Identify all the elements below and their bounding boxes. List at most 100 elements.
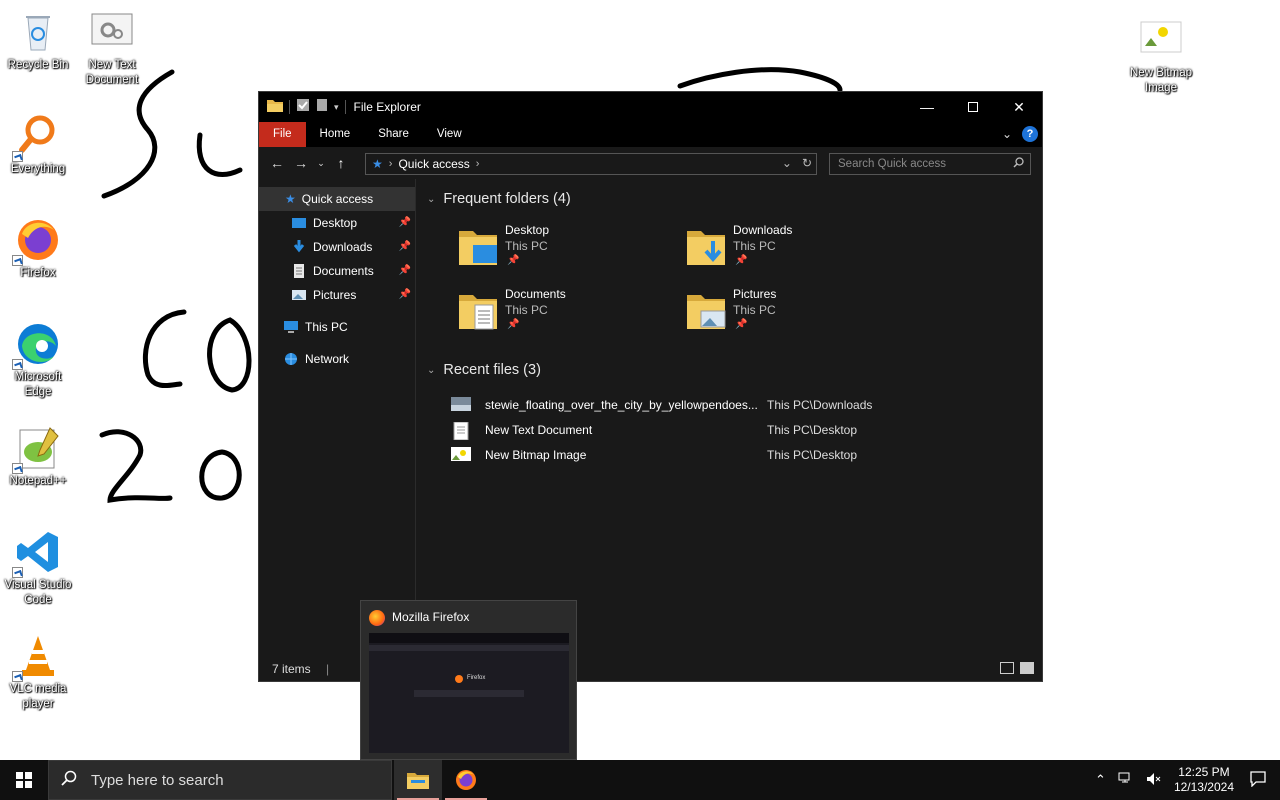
tab-view[interactable]: View — [423, 122, 476, 147]
preview-label: Firefox — [467, 675, 486, 681]
refresh-icon[interactable]: ↻ — [802, 156, 812, 170]
shortcut-arrow-icon — [12, 359, 23, 370]
notifications-icon[interactable] — [1250, 770, 1266, 790]
shortcut-arrow-icon — [12, 151, 23, 162]
recent-locations-chevron-icon[interactable]: ⌄ — [313, 158, 329, 169]
tab-file[interactable]: File — [259, 122, 306, 147]
search-placeholder: Search Quick access — [838, 158, 947, 170]
recent-file-row[interactable]: stewie_floating_over_the_city_by_yellowp… — [451, 394, 1051, 416]
text-document-icon — [451, 421, 471, 441]
desktop-icon-vscode[interactable]: Visual Studio Code — [0, 528, 77, 608]
folder-location: This PC — [733, 239, 776, 253]
properties-icon[interactable] — [296, 98, 310, 117]
nav-item-network[interactable]: Network — [259, 347, 415, 371]
status-separator: | — [326, 662, 330, 676]
title-bar[interactable]: ▾ File Explorer — ✕ — [259, 92, 1042, 122]
breadcrumb-separator-icon[interactable]: › — [389, 158, 393, 170]
pin-icon[interactable]: 📌 — [399, 265, 411, 276]
desktop-icon-microsoft-edge[interactable]: Microsoft Edge — [0, 320, 77, 400]
show-hidden-icons-chevron-icon[interactable]: ⌃ — [1095, 772, 1106, 788]
start-button[interactable] — [0, 760, 48, 800]
search-icon — [1013, 157, 1024, 171]
desktop-icon-notepad-plus-plus[interactable]: Notepad++ — [0, 424, 77, 489]
desktop-icon-firefox[interactable]: Firefox — [0, 216, 77, 281]
expand-ribbon-chevron-icon[interactable]: ⌄ — [1002, 127, 1012, 141]
desktop-folder-icon — [291, 216, 307, 230]
taskbar-search-box[interactable]: Type here to search — [48, 760, 392, 800]
collapse-chevron-icon: ⌄ — [427, 364, 436, 376]
taskbar-file-explorer[interactable] — [394, 760, 442, 800]
recent-file-row[interactable]: New Text Document This PC\Desktop — [451, 419, 1051, 441]
tab-home[interactable]: Home — [306, 122, 365, 147]
nav-item-label: Pictures — [313, 288, 357, 302]
maximize-icon[interactable] — [950, 92, 996, 122]
desktop-icon-everything[interactable]: Everything — [0, 112, 77, 177]
folder-name: Downloads — [733, 223, 793, 237]
edge-icon — [12, 320, 62, 370]
back-arrow-icon[interactable]: ← — [265, 155, 289, 171]
section-title: Recent files (3) — [443, 362, 541, 378]
collapse-chevron-icon: ⌄ — [427, 193, 436, 205]
recent-files-header[interactable]: ⌄ Recent files (3) — [427, 362, 541, 378]
taskbar-search-placeholder: Type here to search — [91, 771, 224, 789]
firefox-taskbar-preview[interactable]: Mozilla Firefox Firefox — [360, 600, 577, 760]
toolbar-separator — [344, 100, 346, 114]
nav-item-downloads[interactable]: Downloads 📌 — [259, 235, 415, 259]
close-icon[interactable]: ✕ — [996, 92, 1042, 122]
pin-icon[interactable]: 📌 — [399, 217, 411, 228]
address-bar[interactable]: ★ › Quick access › ⌄ ↻ — [365, 153, 817, 175]
recent-file-name: New Text Document — [485, 423, 593, 437]
tab-share[interactable]: Share — [364, 122, 423, 147]
details-view-icon[interactable] — [1000, 662, 1014, 674]
address-dropdown-chevron-icon[interactable]: ⌄ — [782, 156, 792, 170]
clock-time: 12:25 PM — [1178, 765, 1230, 779]
breadcrumb-quick-access[interactable]: Quick access — [398, 157, 469, 171]
section-title: Frequent folders (4) — [443, 191, 571, 207]
folder-tile-desktop[interactable]: Desktop This PC 📌 — [459, 223, 679, 279]
desktop-icon-new-bitmap-image[interactable]: New Bitmap Image — [1122, 16, 1200, 96]
volume-muted-icon[interactable] — [1146, 772, 1162, 789]
clock[interactable]: 12:25 PM 12/13/2024 — [1174, 765, 1234, 795]
shortcut-arrow-icon — [12, 567, 23, 578]
help-icon[interactable]: ? — [1022, 126, 1038, 142]
forward-arrow-icon[interactable]: → — [289, 155, 313, 171]
nav-item-desktop[interactable]: Desktop 📌 — [259, 211, 415, 235]
desktop-icon-vlc[interactable]: VLC media player — [0, 632, 77, 712]
taskbar-firefox[interactable] — [442, 760, 490, 800]
view-toggle — [1000, 662, 1034, 674]
pictures-icon — [291, 288, 307, 302]
up-arrow-icon[interactable]: ↑ — [329, 155, 353, 171]
settings-document-icon — [88, 8, 136, 56]
desktop-icon-new-text-document[interactable]: New Text Document — [73, 8, 151, 88]
preview-toolbar — [369, 645, 569, 651]
desktop-icon-label: VLC media player — [9, 683, 67, 710]
shortcut-arrow-icon — [12, 463, 23, 474]
desktop-icon-label: Notepad++ — [9, 475, 67, 487]
image-thumbnail-icon — [451, 397, 471, 413]
shortcut-arrow-icon — [12, 671, 23, 682]
minimize-icon[interactable]: — — [904, 92, 950, 122]
recent-file-row[interactable]: New Bitmap Image This PC\Desktop — [451, 444, 1051, 466]
customize-toolbar-chevron-icon[interactable]: ▾ — [334, 102, 339, 113]
new-folder-icon[interactable] — [316, 98, 328, 117]
network-icon[interactable] — [1118, 772, 1134, 789]
nav-item-label: Desktop — [313, 216, 358, 230]
nav-item-pictures[interactable]: Pictures 📌 — [259, 283, 415, 307]
explorer-folder-icon — [267, 98, 283, 117]
nav-item-quick-access[interactable]: ★ Quick access — [259, 187, 415, 211]
large-icons-view-icon[interactable] — [1020, 662, 1034, 674]
nav-item-documents[interactable]: Documents 📌 — [259, 259, 415, 283]
breadcrumb-separator-icon[interactable]: › — [476, 158, 480, 170]
pin-icon[interactable]: 📌 — [399, 289, 411, 300]
folder-tile-pictures[interactable]: Pictures This PC 📌 — [687, 287, 907, 343]
clock-date: 12/13/2024 — [1173, 780, 1234, 794]
desktop-icon-recycle-bin[interactable]: Recycle Bin — [0, 8, 77, 73]
pin-icon[interactable]: 📌 — [399, 241, 411, 252]
recent-file-name: stewie_floating_over_the_city_by_yellowp… — [485, 398, 758, 412]
frequent-folders-header[interactable]: ⌄ Frequent folders (4) — [427, 191, 571, 207]
folder-tile-downloads[interactable]: Downloads This PC 📌 — [687, 223, 907, 279]
search-input[interactable]: Search Quick access — [829, 153, 1031, 175]
folder-tile-documents[interactable]: Documents This PC 📌 — [459, 287, 679, 343]
nav-item-this-pc[interactable]: This PC — [259, 315, 415, 339]
pin-icon: 📌 — [507, 319, 520, 330]
